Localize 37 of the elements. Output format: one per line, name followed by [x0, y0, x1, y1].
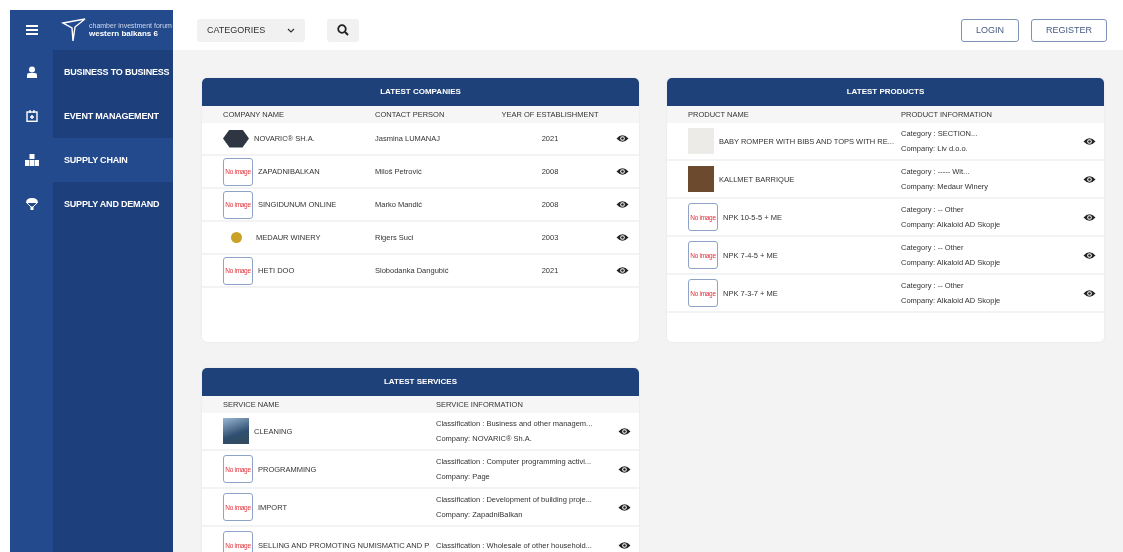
categories-dropdown[interactable]: CATEGORIES	[197, 18, 305, 42]
photo-placeholder	[223, 418, 249, 444]
view-icon[interactable]	[617, 502, 631, 512]
register-button[interactable]: REGISTER	[1031, 18, 1107, 42]
calendar-icon	[25, 110, 38, 122]
view-icon[interactable]	[1082, 288, 1096, 298]
menu-icon[interactable]	[25, 25, 38, 35]
hexagon-logo	[223, 129, 249, 148]
view-icon[interactable]	[615, 233, 629, 242]
view-icon[interactable]	[615, 266, 629, 275]
person-icon	[25, 66, 38, 78]
login-button[interactable]: LOGIN	[960, 18, 1019, 42]
logo-name: western balkans 6	[89, 29, 159, 38]
view-icon[interactable]	[1082, 250, 1096, 260]
view-icon[interactable]	[615, 200, 629, 209]
search-button[interactable]	[327, 18, 359, 42]
view-icon[interactable]	[617, 426, 631, 436]
logo-swoosh-icon	[61, 17, 87, 43]
parachute-icon	[25, 198, 38, 210]
card-header: LATEST COMPANIES	[202, 78, 639, 106]
card-header: LATEST PRODUCTS	[667, 78, 1104, 106]
view-icon[interactable]	[1082, 174, 1096, 184]
sidebar-item[interactable]: EVENT MANAGEMENT	[53, 94, 173, 138]
search-icon	[337, 24, 349, 36]
view-icon[interactable]	[615, 167, 629, 176]
boxes-icon	[24, 154, 39, 166]
caret-icon	[287, 27, 295, 33]
view-icon[interactable]	[615, 134, 629, 143]
photo-placeholder	[688, 166, 714, 192]
view-icon[interactable]	[1082, 212, 1096, 222]
view-icon[interactable]	[1082, 136, 1096, 146]
coin-logo	[229, 230, 243, 245]
sidebar-item[interactable]: BUSINESS TO BUSINESS	[53, 50, 173, 94]
sidebar-item[interactable]: SUPPLY AND DEMAND	[53, 182, 173, 226]
view-icon[interactable]	[617, 464, 631, 474]
view-icon[interactable]	[617, 540, 631, 550]
card-header: LATEST SERVICES	[202, 368, 639, 396]
